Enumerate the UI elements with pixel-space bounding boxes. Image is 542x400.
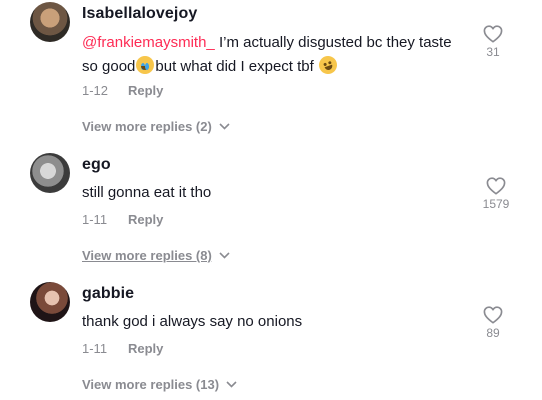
like-count: 31 <box>486 45 500 59</box>
comment-date: 1-11 <box>82 212 108 227</box>
comment-text-part: I’m actually disgusted bc they taste <box>214 34 452 51</box>
view-more-label: View more replies (13) <box>82 377 220 392</box>
avatar[interactable] <box>30 282 70 322</box>
chevron-down-icon <box>219 123 230 130</box>
comment-username[interactable]: Isabellalovejoy <box>82 5 197 23</box>
chevron-down-icon <box>219 252 230 259</box>
comment-meta: 1-11 Reply <box>82 212 163 227</box>
comment-username[interactable]: ego <box>82 156 111 174</box>
heart-outline-icon <box>486 177 506 195</box>
avatar[interactable] <box>30 2 70 42</box>
heart-outline-icon <box>483 25 503 43</box>
comment-meta: 1-11 Reply <box>82 341 163 356</box>
comment-meta: 1-12 Reply <box>82 83 163 98</box>
avatar[interactable] <box>30 153 70 193</box>
view-more-replies[interactable]: View more replies (8) <box>82 248 230 263</box>
comment-date: 1-11 <box>82 341 108 356</box>
heart-outline-icon <box>483 306 503 324</box>
comment-text-part: but what did I expect tbf <box>155 58 318 75</box>
mention-link[interactable]: @frankiemaysmith_ <box>82 34 215 51</box>
comment-text: thank god i always say no onions <box>82 313 303 330</box>
reply-button[interactable]: Reply <box>128 83 163 98</box>
comment-text-part: so good <box>82 58 136 75</box>
view-more-label: View more replies (8) <box>82 248 212 263</box>
like-button[interactable]: 31 <box>478 25 508 59</box>
like-count: 89 <box>486 326 500 340</box>
rofl-emoji-icon <box>316 53 340 77</box>
like-button[interactable]: 89 <box>478 306 508 340</box>
view-more-replies[interactable]: View more replies (2) <box>82 119 230 134</box>
chevron-down-icon <box>226 381 237 388</box>
crying-laughing-emoji-icon <box>136 56 155 74</box>
comment-text: @frankiemaysmith_ I’m actually disgusted… <box>82 31 482 79</box>
reply-button[interactable]: Reply <box>128 341 163 356</box>
like-button[interactable]: 1579 <box>478 177 514 211</box>
reply-button[interactable]: Reply <box>128 212 163 227</box>
comment-text: still gonna eat it tho <box>82 184 212 201</box>
like-count: 1579 <box>482 197 510 211</box>
comment-date: 1-12 <box>82 83 109 98</box>
view-more-label: View more replies (2) <box>82 119 212 134</box>
view-more-replies[interactable]: View more replies (13) <box>82 377 237 392</box>
comment-username[interactable]: gabbie <box>82 285 134 303</box>
